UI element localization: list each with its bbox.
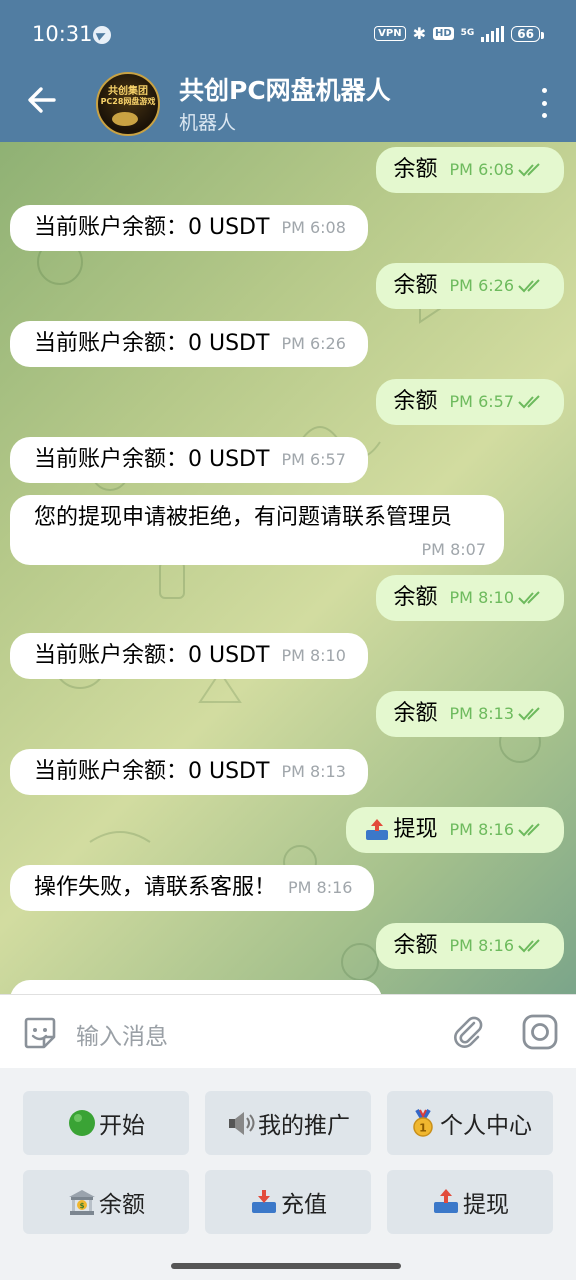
medal-icon: 1 xyxy=(413,1108,433,1137)
read-check-icon xyxy=(518,707,540,721)
message-incoming[interactable]: 当前账户余额：0 USDT PM 6:26 xyxy=(10,321,368,367)
signal-icon xyxy=(481,25,505,42)
attach-icon[interactable] xyxy=(450,1013,486,1049)
message-outgoing[interactable]: 提现 PM 8:16 xyxy=(345,807,564,853)
message-incoming-partial xyxy=(10,980,382,994)
bot-avatar[interactable]: 共创集团 PC28网盘游戏 xyxy=(96,72,160,136)
read-check-icon xyxy=(518,823,540,837)
message-outgoing[interactable]: 余额 PM 6:08 xyxy=(375,147,564,193)
svg-text:1: 1 xyxy=(419,1122,427,1135)
message-input-bar: 输入消息 xyxy=(0,994,576,1068)
chat-subtitle: 机器人 xyxy=(179,112,237,134)
chat-title[interactable]: 共创PC网盘机器人 xyxy=(179,71,391,107)
personal-center-button[interactable]: 1 个人中心 xyxy=(387,1091,553,1155)
back-arrow-icon[interactable] xyxy=(24,82,60,118)
speaker-icon xyxy=(229,1112,255,1135)
status-time: 10:31 xyxy=(32,22,93,46)
chat-messages: 余额 PM 6:08 当前账户余额：0 USDT PM 6:08 余额 PM 6:26… xyxy=(0,142,576,994)
chat-header: 共创集团 PC28网盘游戏 共创PC网盘机器人 机器人 xyxy=(0,68,576,142)
message-incoming[interactable]: 操作失败，请联系客服！ PM 8:16 xyxy=(10,865,375,911)
inbox-tray-icon xyxy=(252,1190,276,1213)
message-outgoing[interactable]: 余额 PM 6:57 xyxy=(375,379,564,425)
message-incoming[interactable]: 您的提现申请被拒绝，有问题请联系管理员 PM 8:07 xyxy=(10,495,504,565)
read-check-icon xyxy=(518,395,540,409)
bluetooth-icon: ✱ xyxy=(412,24,426,43)
start-button[interactable]: 开始 xyxy=(23,1091,189,1155)
message-incoming[interactable]: 当前账户余额：0 USDT PM 8:13 xyxy=(10,749,368,795)
message-incoming[interactable]: 当前账户余额：0 USDT PM 6:57 xyxy=(10,437,368,483)
telegram-icon xyxy=(93,26,111,44)
bank-icon: $ xyxy=(69,1190,95,1215)
read-check-icon xyxy=(518,591,540,605)
hd-badge: HD xyxy=(432,27,454,40)
read-check-icon xyxy=(518,939,540,953)
vpn-badge: VPN xyxy=(374,26,406,41)
read-check-icon xyxy=(518,279,540,293)
green-circle-icon xyxy=(69,1110,95,1136)
battery-indicator: 66 xyxy=(511,25,544,42)
message-outgoing[interactable]: 余额 PM 8:16 xyxy=(375,923,564,969)
status-bar: 10:31 VPN ✱ HD 5G 66 xyxy=(0,0,576,68)
outbox-tray-icon xyxy=(365,819,388,840)
camera-icon[interactable] xyxy=(521,1013,559,1051)
more-menu-icon[interactable] xyxy=(540,88,548,118)
home-indicator[interactable] xyxy=(171,1263,401,1269)
deposit-button[interactable]: 充值 xyxy=(205,1170,371,1234)
outbox-tray-icon xyxy=(434,1189,458,1213)
message-incoming[interactable]: 当前账户余额：0 USDT PM 6:08 xyxy=(10,205,368,251)
svg-text:$: $ xyxy=(80,1202,85,1210)
emoji-sticker-icon[interactable] xyxy=(22,1015,58,1051)
message-incoming[interactable]: 当前账户余额：0 USDT PM 8:10 xyxy=(10,633,368,679)
message-input[interactable]: 输入消息 xyxy=(76,1017,168,1051)
bot-reply-keyboard: 开始 我的推广 1 个人中心 $ 余额 充值 提现 xyxy=(0,1068,576,1280)
network-type: 5G xyxy=(460,28,475,38)
withdraw-button[interactable]: 提现 xyxy=(387,1170,553,1234)
message-outgoing[interactable]: 余额 PM 8:10 xyxy=(375,575,564,621)
message-outgoing[interactable]: 余额 PM 6:26 xyxy=(375,263,564,309)
read-check-icon xyxy=(518,163,540,177)
balance-button[interactable]: $ 余额 xyxy=(23,1170,189,1234)
my-promotion-button[interactable]: 我的推广 xyxy=(205,1091,371,1155)
message-outgoing[interactable]: 余额 PM 8:13 xyxy=(375,691,564,737)
